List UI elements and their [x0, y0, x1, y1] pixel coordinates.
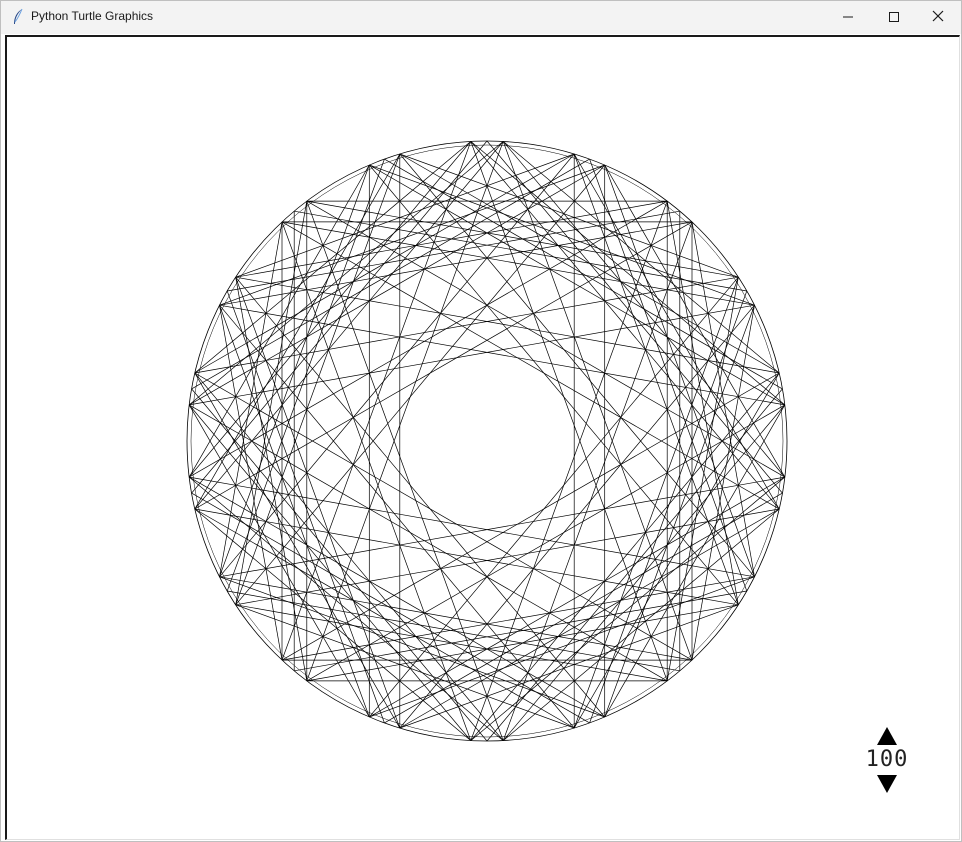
chord-line — [384, 492, 783, 724]
chord-line — [189, 304, 755, 406]
chord-line — [219, 221, 693, 306]
turtle-canvas[interactable]: 100 — [5, 35, 960, 840]
chord-line — [294, 590, 747, 672]
chord-line — [384, 158, 783, 390]
chord-line — [189, 476, 755, 578]
turtle-window: Python Turtle Graphics 100 — [0, 0, 962, 842]
chord-line — [470, 372, 780, 741]
chord-line — [281, 221, 755, 306]
chord-line — [226, 158, 385, 592]
minimize-button[interactable] — [825, 1, 871, 34]
triangle-down-icon[interactable] — [877, 775, 897, 793]
chord-line — [589, 158, 748, 592]
chord-line — [486, 388, 783, 742]
outer-circle — [186, 140, 788, 742]
chord-line — [219, 476, 785, 578]
chord-line — [194, 141, 504, 510]
chord-line — [226, 290, 385, 724]
iteration-counter: 100 — [859, 727, 915, 793]
chord-line — [189, 200, 668, 478]
window-title: Python Turtle Graphics — [31, 9, 154, 23]
chord-line — [194, 372, 504, 741]
chord-line — [191, 492, 590, 724]
chord-line — [191, 158, 590, 390]
chord-line — [486, 140, 783, 494]
minimize-icon — [843, 9, 853, 27]
chord-line — [219, 576, 693, 661]
chord-line — [219, 305, 283, 661]
maximize-icon — [889, 9, 899, 27]
chord-line — [369, 164, 739, 606]
chord-line — [189, 404, 668, 682]
triangle-up-icon[interactable] — [877, 727, 897, 745]
chord-line — [191, 388, 488, 742]
chord-line — [219, 304, 785, 406]
chord-line — [294, 210, 747, 292]
chord-line — [227, 590, 680, 672]
turtle-drawing — [186, 140, 788, 742]
feather-icon — [11, 8, 25, 26]
chord-line — [691, 221, 755, 577]
counter-value: 100 — [865, 747, 909, 772]
close-button[interactable] — [915, 1, 961, 34]
chord-line — [219, 221, 283, 577]
chord-line — [235, 164, 605, 606]
chord-line — [306, 200, 785, 478]
chord-line — [306, 404, 785, 682]
chord-line — [191, 140, 488, 494]
chord-line — [235, 276, 605, 718]
chord-line — [589, 290, 748, 724]
close-icon — [932, 9, 944, 27]
title-bar[interactable]: Python Turtle Graphics — [1, 1, 961, 34]
chord-line — [227, 210, 680, 292]
chord-line — [470, 141, 780, 510]
maximize-button[interactable] — [871, 1, 917, 34]
chord-line — [369, 276, 739, 718]
chord-line — [691, 305, 755, 661]
chord-line — [281, 576, 755, 661]
